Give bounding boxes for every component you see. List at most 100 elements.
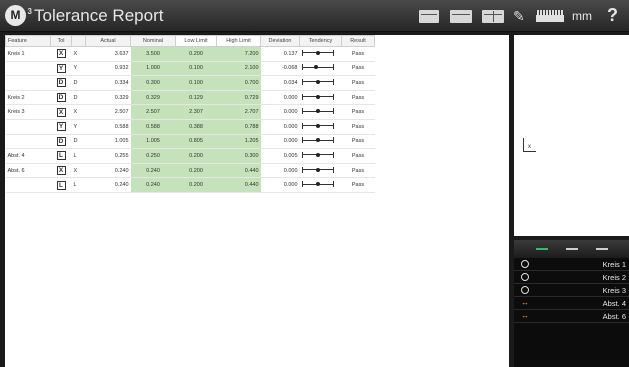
low-limit-cell[interactable]: 0.129	[175, 90, 217, 106]
feature-list-item[interactable]: ↔ Abst. 4	[514, 297, 629, 310]
feature-list-item[interactable]: Kreis 1	[514, 258, 629, 271]
low-limit-cell[interactable]: 0.100	[175, 75, 217, 91]
table-row[interactable]: Kreis 2 D D 0.329 0.329 0.129 0.729 0.000 Pass	[5, 90, 375, 106]
table-row[interactable]: Y Y 0.932 1.000 0.100 2.100 -0.068 Pass	[5, 61, 375, 77]
low-limit-cell[interactable]: 2.307	[175, 104, 217, 120]
tol-type-box[interactable]: X	[56, 166, 66, 176]
table-row[interactable]: Abst. 4 L L 0.255 0.250 0.200 0.300 0.005 Pass	[5, 148, 375, 164]
feature-list-item[interactable]: ↔ Abst. 6	[514, 310, 629, 323]
low-limit-cell[interactable]: 0.805	[175, 134, 217, 150]
table-row[interactable]: Abst. 6 X X 0.240 0.240 0.200 0.440 0.000 Pass	[5, 163, 375, 179]
low-limit-cell[interactable]: 0.388	[175, 119, 217, 135]
feature-list-item[interactable]: Kreis 3	[514, 284, 629, 297]
low-limit-cell[interactable]: 0.200	[175, 163, 217, 179]
nominal-cell[interactable]: 0.329	[130, 90, 176, 106]
nominal-cell[interactable]: 0.250	[130, 148, 176, 164]
nominal-cell[interactable]: 3.500	[130, 46, 176, 62]
tendency-cell	[299, 134, 342, 150]
layout-icon[interactable]	[450, 10, 472, 23]
high-limit-cell[interactable]: 0.440	[216, 177, 261, 193]
nominal-cell[interactable]: 2.507	[130, 104, 176, 120]
title-bar: M3 Tolerance Report ✎ mm ?	[0, 0, 629, 32]
tol-type-box[interactable]: X	[56, 49, 66, 59]
column-header-feature[interactable]: Feature	[5, 35, 51, 47]
column-header-tendency[interactable]: Tendency	[299, 35, 342, 47]
tol-type-box[interactable]: X	[56, 107, 66, 117]
feature-cell	[5, 134, 51, 150]
feature-cell	[5, 177, 51, 193]
tendency-cell	[299, 46, 342, 62]
nominal-cell[interactable]: 0.240	[130, 177, 176, 193]
column-header-high-limit[interactable]: High Limit	[216, 35, 261, 47]
low-limit-cell[interactable]: 0.200	[175, 177, 217, 193]
tol-cell[interactable]: D	[50, 75, 72, 91]
tol-cell[interactable]: L	[50, 148, 72, 164]
report-view-icon[interactable]	[419, 10, 439, 23]
nominal-cell[interactable]: 1.000	[130, 61, 176, 77]
tendency-cell	[299, 177, 342, 193]
high-limit-cell[interactable]: 2.100	[216, 61, 261, 77]
help-button[interactable]: ?	[607, 5, 618, 26]
table-row[interactable]: Y Y 0.588 0.588 0.388 0.788 0.000 Pass	[5, 119, 375, 135]
tol-type-box[interactable]: D	[56, 136, 66, 146]
axis-cell: X	[71, 46, 86, 62]
tab-details[interactable]	[596, 248, 608, 250]
column-header-low-limit[interactable]: Low Limit	[175, 35, 217, 47]
table-row[interactable]: D D 1.005 1.005 0.805 1.205 0.000 Pass	[5, 134, 375, 150]
column-header-tol[interactable]: Tol	[50, 35, 72, 47]
high-limit-cell[interactable]: 0.440	[216, 163, 261, 179]
ruler-icon[interactable]	[536, 10, 564, 22]
tol-cell[interactable]: Y	[50, 61, 72, 77]
tab-features[interactable]	[536, 248, 548, 250]
tol-type-box[interactable]: L	[56, 180, 66, 190]
tab-list[interactable]	[566, 248, 578, 250]
feature-list-item[interactable]: Kreis 2	[514, 271, 629, 284]
high-limit-cell[interactable]: 0.788	[216, 119, 261, 135]
tol-cell[interactable]: Y	[50, 119, 72, 135]
unit-label[interactable]: mm	[572, 9, 592, 23]
tol-cell[interactable]: X	[50, 163, 72, 179]
result-cell: Pass	[341, 119, 375, 135]
tol-type-box[interactable]: D	[56, 93, 66, 103]
nominal-cell[interactable]: 1.005	[130, 134, 176, 150]
nominal-cell[interactable]: 0.240	[130, 163, 176, 179]
low-limit-cell[interactable]: 0.200	[175, 148, 217, 164]
high-limit-cell[interactable]: 1.205	[216, 134, 261, 150]
high-limit-cell[interactable]: 7.200	[216, 46, 261, 62]
table-row[interactable]: L L 0.240 0.240 0.200 0.440 0.000 Pass	[5, 177, 375, 193]
tol-cell[interactable]: X	[50, 104, 72, 120]
high-limit-cell[interactable]: 0.300	[216, 148, 261, 164]
nominal-cell[interactable]: 0.588	[130, 119, 176, 135]
feature-name: Kreis 3	[602, 286, 626, 295]
tol-type-box[interactable]: D	[56, 78, 66, 88]
high-limit-cell[interactable]: 0.729	[216, 90, 261, 106]
column-header-result[interactable]: Result	[341, 35, 375, 47]
deviation-cell: -0.068	[260, 61, 300, 77]
tol-cell[interactable]: X	[50, 46, 72, 62]
high-limit-cell[interactable]: 0.700	[216, 75, 261, 91]
column-header-nominal[interactable]: Nominal	[130, 35, 176, 47]
feature-name: Abst. 4	[602, 299, 626, 308]
feature-cell: Kreis 3	[5, 104, 51, 120]
tol-type-box[interactable]: Y	[56, 63, 66, 73]
table-row[interactable]: D D 0.334 0.300 0.100 0.700 0.034 Pass	[5, 75, 375, 91]
tol-type-box[interactable]: Y	[56, 122, 66, 132]
tendency-gauge	[301, 166, 334, 173]
tol-cell[interactable]: D	[50, 134, 72, 150]
table-grid-icon[interactable]	[482, 10, 504, 23]
graphics-viewport[interactable]: x	[514, 35, 629, 236]
pencil-icon[interactable]: ✎	[513, 8, 525, 25]
tol-cell[interactable]: D	[50, 90, 72, 106]
low-limit-cell[interactable]: 0.100	[175, 61, 217, 77]
table-row[interactable]: Kreis 3 X X 2.507 2.507 2.307 2.707 0.000 Pass	[5, 104, 375, 120]
tol-cell[interactable]: L	[50, 177, 72, 193]
nominal-cell[interactable]: 0.300	[130, 75, 176, 91]
tol-type-box[interactable]: L	[56, 151, 66, 161]
low-limit-cell[interactable]: 0.200	[175, 46, 217, 62]
table-row[interactable]: Kreis 1 X X 3.637 3.500 0.200 7.200 0.137 Pass	[5, 46, 375, 62]
y-axis-indicator	[523, 138, 524, 152]
column-header-actual[interactable]: Actual	[85, 35, 131, 47]
column-header-deviation[interactable]: Deviation	[260, 35, 300, 47]
column-header-axis[interactable]	[71, 35, 86, 47]
high-limit-cell[interactable]: 2.707	[216, 104, 261, 120]
